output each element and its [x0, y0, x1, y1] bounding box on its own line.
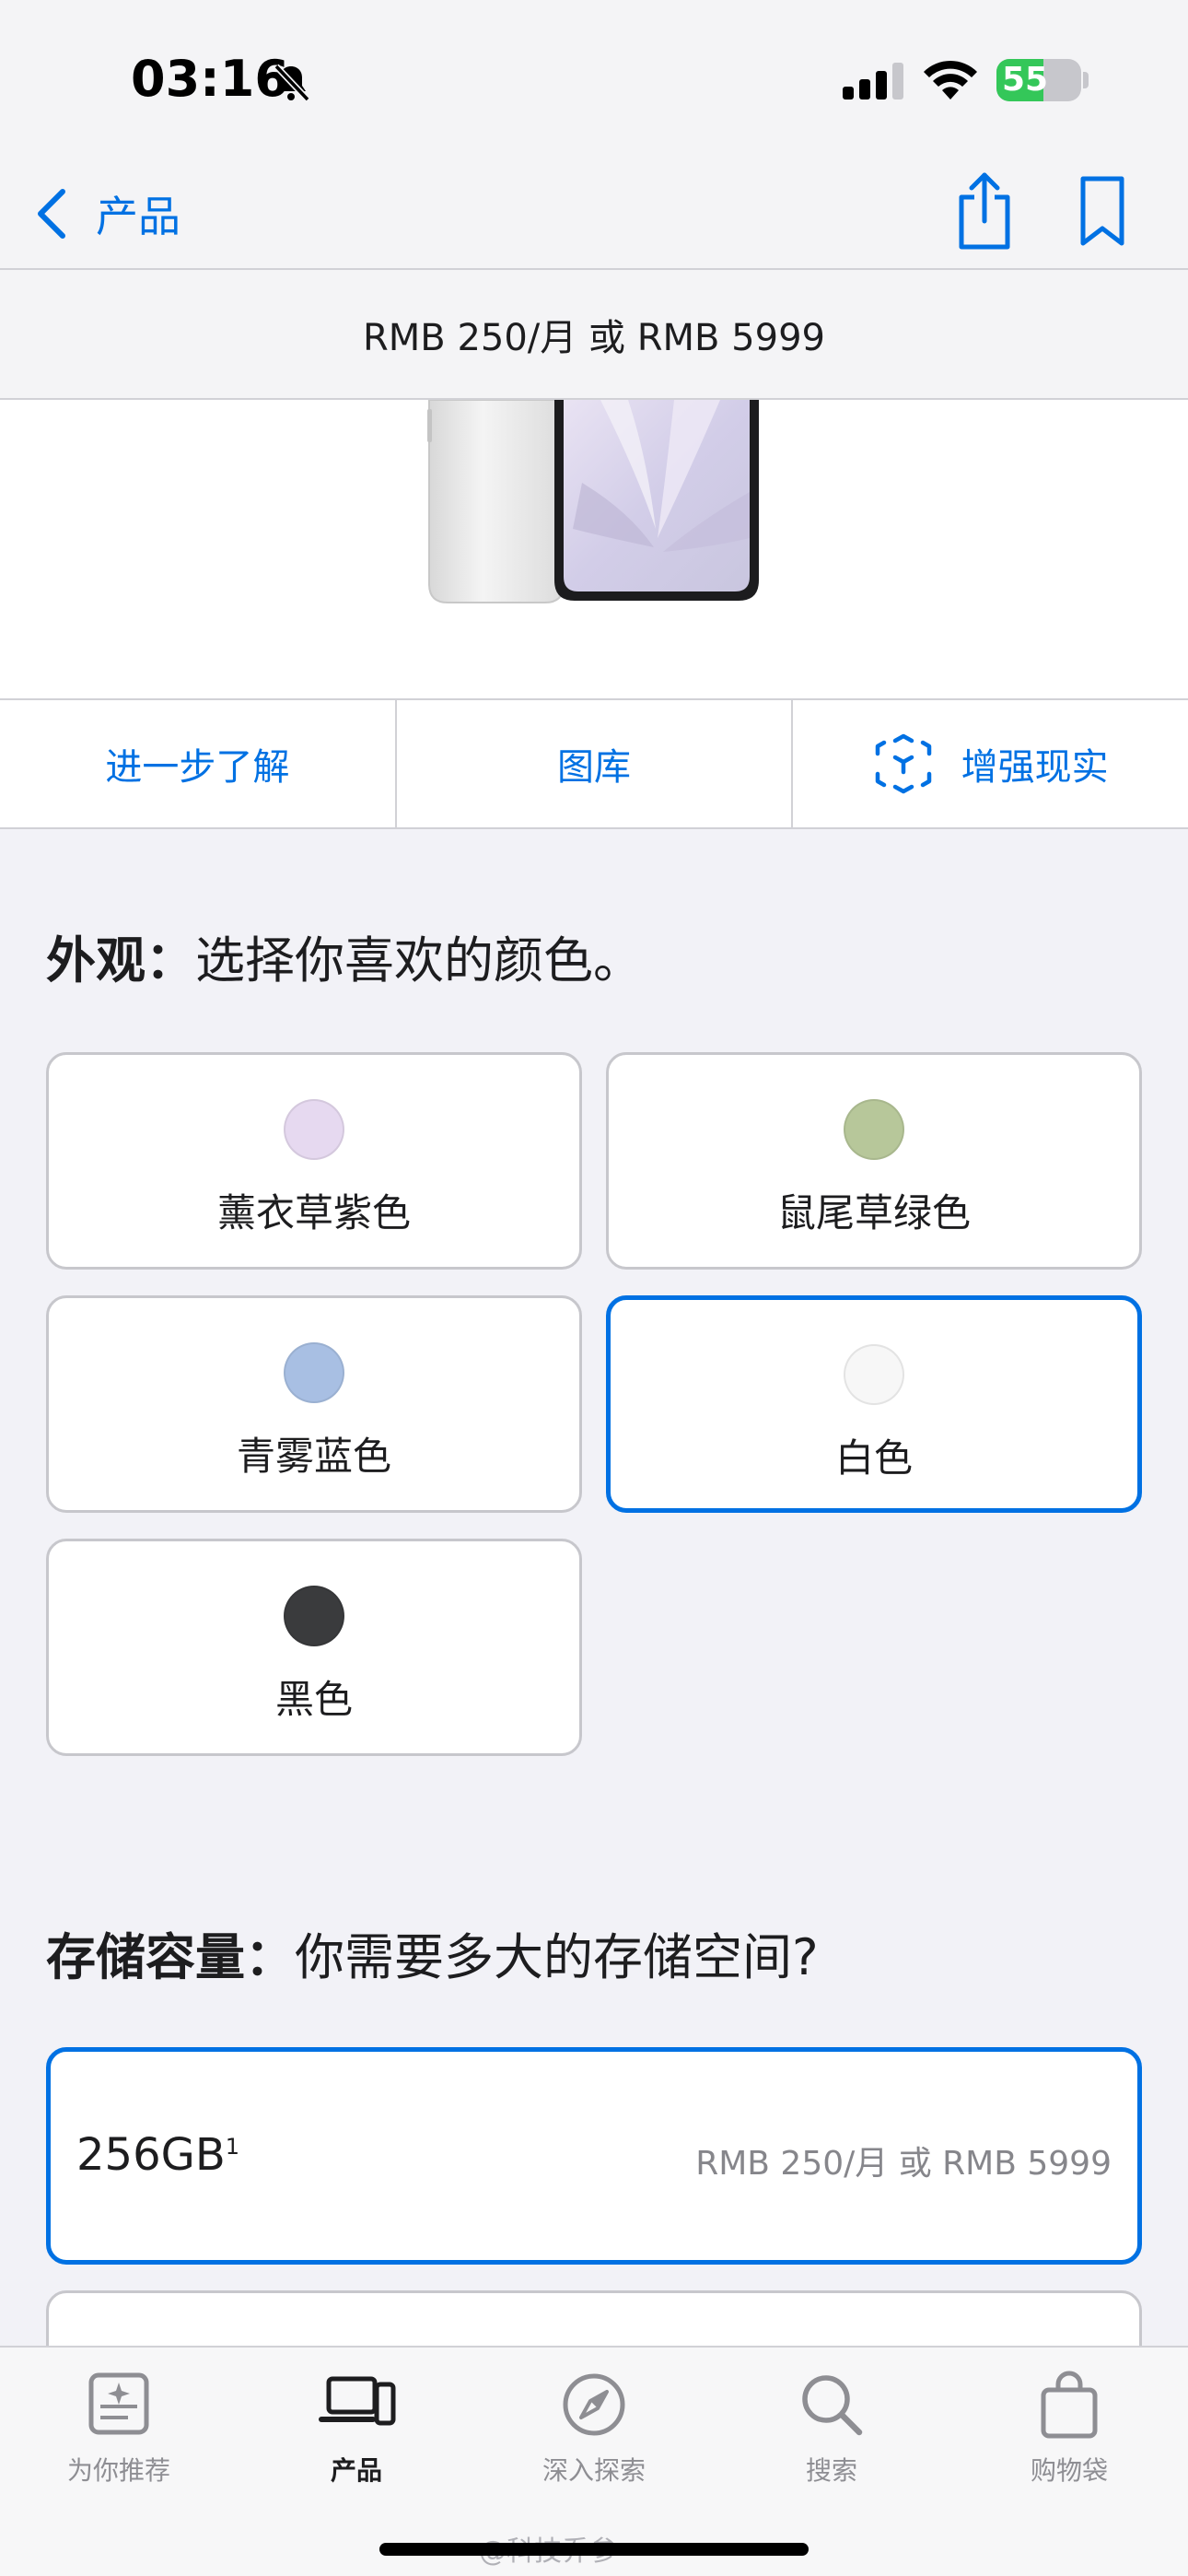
price-summary: RMB 250/月 或 RMB 5999: [0, 270, 1188, 400]
color-option-sage[interactable]: 鼠尾草绿色: [606, 1052, 1142, 1270]
tab-label: 为你推荐: [66, 2455, 170, 2486]
storage-heading-text: 你需要多大的存储空间?: [295, 1928, 819, 1986]
recommend-icon: [88, 2372, 149, 2435]
phone-product-image: [427, 400, 759, 603]
search-icon: [802, 2375, 863, 2436]
tab-products[interactable]: 产品: [238, 2348, 475, 2513]
storage-heading-bold: 存储容量：: [46, 1928, 295, 1986]
bag-icon: [1041, 2371, 1098, 2439]
color-name: 黑色: [274, 1677, 353, 1722]
tab-for-you[interactable]: 为你推荐: [0, 2348, 238, 2513]
compass-icon: [563, 2373, 625, 2436]
appearance-heading: 外观：选择你喜欢的颜色。: [46, 919, 643, 992]
tab-label: 产品: [330, 2455, 382, 2486]
color-name: 鼠尾草绿色: [776, 1190, 971, 1235]
battery-cap: [1083, 72, 1089, 88]
devices-icon: [319, 2376, 396, 2426]
battery-indicator: 55: [996, 59, 1081, 101]
back-label: 产品: [96, 192, 181, 241]
color-option-black[interactable]: 黑色: [46, 1539, 582, 1756]
color-name: 青雾蓝色: [236, 1434, 391, 1479]
ar-label: 增强现实: [961, 746, 1109, 789]
battery-level-text: 55: [1002, 61, 1049, 99]
gallery-link[interactable]: 图库: [394, 700, 792, 827]
color-option-mist-blue[interactable]: 青雾蓝色: [46, 1295, 582, 1513]
appearance-heading-bold: 外观：: [46, 931, 195, 989]
share-icon[interactable]: [954, 170, 1015, 252]
storage-size: 256GB1: [76, 2129, 240, 2181]
tab-label: 购物袋: [1030, 2455, 1108, 2486]
footnote-marker: 1: [225, 2134, 240, 2160]
back-button[interactable]: 产品: [33, 177, 181, 251]
color-swatch: [284, 1586, 344, 1646]
status-bar: 03:16 55: [0, 0, 1188, 157]
storage-option-256gb[interactable]: 256GB1 RMB 250/月 或 RMB 5999: [46, 2047, 1142, 2265]
navigation-bar: 产品: [0, 157, 1188, 270]
color-swatch: [844, 1344, 904, 1405]
color-swatch: [284, 1099, 344, 1160]
product-actions-row: 进一步了解 图库 增强现实: [0, 698, 1188, 829]
product-image-area: [0, 400, 1188, 698]
status-time: 03:16: [131, 50, 289, 108]
home-indicator[interactable]: [379, 2543, 809, 2556]
appearance-heading-text: 选择你喜欢的颜色。: [195, 931, 643, 989]
ar-link[interactable]: 增强现实: [791, 700, 1188, 827]
ar-cube-icon: [875, 733, 931, 794]
storage-price: RMB 250/月 或 RMB 5999: [695, 2145, 1112, 2183]
color-swatch: [284, 1342, 344, 1403]
tab-label: 搜索: [805, 2455, 857, 2486]
wifi-icon: [924, 60, 977, 100]
bookmark-icon[interactable]: [1074, 175, 1131, 249]
tab-search[interactable]: 搜索: [713, 2348, 950, 2513]
color-option-lavender[interactable]: 薰衣草紫色: [46, 1052, 582, 1270]
color-option-white[interactable]: 白色: [606, 1295, 1142, 1513]
chevron-left-icon: [38, 189, 65, 239]
learn-more-link[interactable]: 进一步了解: [0, 700, 395, 827]
bell-slash-icon: [274, 64, 310, 102]
tab-label: 深入探索: [542, 2455, 646, 2486]
cellular-signal-icon: [843, 63, 903, 100]
color-name: 白色: [834, 1435, 913, 1481]
tab-explore[interactable]: 深入探索: [475, 2348, 713, 2513]
color-name: 薰衣草紫色: [216, 1190, 411, 1235]
tab-bag[interactable]: 购物袋: [950, 2348, 1188, 2513]
color-swatch: [844, 1099, 904, 1160]
storage-heading: 存储容量：你需要多大的存储空间?: [46, 1916, 819, 1989]
